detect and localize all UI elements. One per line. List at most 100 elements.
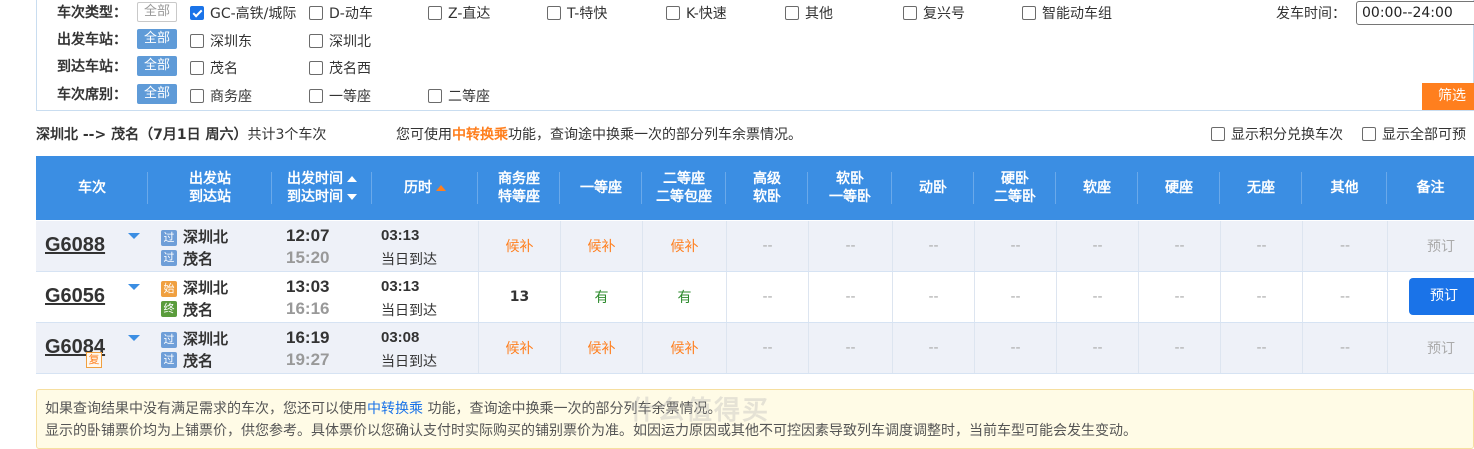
seat-second-cell[interactable]: 有: [642, 272, 726, 322]
header-text: 二等包座: [656, 189, 712, 205]
train-type-all-button[interactable]: 全部: [137, 2, 177, 22]
seat-first-cell[interactable]: 有: [560, 272, 642, 322]
route-text: 深圳北 --> 茂名（7月1日 周六）: [36, 127, 248, 143]
checkbox-icon[interactable]: [428, 89, 442, 103]
arrival-day: 当日到达: [381, 354, 437, 370]
transfer-link[interactable]: 中转换乘: [452, 127, 508, 143]
checkbox-icon[interactable]: [309, 6, 323, 20]
train-number-link[interactable]: G6056: [45, 285, 105, 308]
sort-arrive-time[interactable]: 到达时间: [287, 188, 357, 206]
seat-other-cell: --: [1302, 323, 1387, 373]
checkbox-icon[interactable]: [428, 6, 442, 20]
option-label: 复兴号: [923, 6, 965, 22]
depart-time: 16:19: [286, 328, 330, 347]
train-type-other-option[interactable]: 其他: [785, 3, 833, 23]
checkbox-icon[interactable]: [309, 34, 323, 48]
header-hard-sleeper: 硬卧 二等卧: [974, 156, 1056, 220]
tip-suffix: 功能，查询途中换乘一次的部分列车余票情况。: [508, 127, 802, 143]
seat-business-cell[interactable]: 13: [478, 272, 560, 322]
seat-dongwo-cell: --: [892, 272, 974, 322]
book-button-disabled: 预订: [1427, 341, 1455, 357]
checkbox-icon[interactable]: [1022, 6, 1036, 20]
checkbox-icon[interactable]: [547, 6, 561, 20]
depart-station-option-2[interactable]: 深圳北: [309, 31, 371, 51]
checkbox-icon[interactable]: [190, 34, 204, 48]
table-row: G6056 始深圳北终茂名 13:03 16:16 03:13 当日到达 13 有有 -- -- -…: [36, 272, 1474, 323]
book-button[interactable]: 预订: [1409, 278, 1474, 315]
notice-transfer-link[interactable]: 中转换乘: [367, 401, 423, 417]
train-number-link[interactable]: G6088: [45, 234, 105, 257]
option-label: 茂名西: [329, 61, 371, 77]
seat-first-cell[interactable]: 候补: [560, 221, 642, 271]
train-type-fuxing-option[interactable]: 复兴号: [903, 3, 965, 23]
seat-type-option-second[interactable]: 二等座: [428, 86, 490, 106]
header-duration[interactable]: 历时: [372, 156, 478, 220]
option-label: 显示全部可预: [1382, 127, 1466, 143]
train-type-label: 车次类型：: [57, 5, 127, 21]
train-type-row: 车次类型： 全部: [57, 0, 177, 24]
option-label: 商务座: [210, 89, 252, 105]
depart-station-option-1[interactable]: 深圳东: [190, 31, 252, 51]
filter-panel: 车次类型： 全部 GC-高铁/城际 D-动车 Z-直达 T-特快 K-快速 其他…: [36, 0, 1474, 111]
train-type-gc-option[interactable]: GC-高铁/城际: [190, 3, 296, 23]
show-all-option[interactable]: 显示全部可预: [1362, 124, 1466, 144]
train-type-smart-option[interactable]: 智能动车组: [1022, 3, 1112, 23]
option-label: K-快速: [686, 6, 727, 22]
train-type-k-option[interactable]: K-快速: [666, 3, 727, 23]
from-station-tag: 始: [161, 281, 177, 297]
seat-type-option-first[interactable]: 一等座: [309, 86, 371, 106]
header-time[interactable]: 出发时间 到达时间: [272, 156, 372, 220]
arrival-day: 当日到达: [381, 303, 437, 319]
table-row: G6088 过深圳北过茂名 12:07 15:20 03:13 当日到达 候补 候补 候补 -- -…: [36, 221, 1474, 272]
checkbox-icon[interactable]: [903, 6, 917, 20]
checkbox-icon[interactable]: [1211, 127, 1225, 141]
seat-hardseat-cell: --: [1138, 221, 1220, 271]
checkbox-icon[interactable]: [666, 6, 680, 20]
header-text: 备注: [1416, 180, 1445, 196]
fuxing-badge: 复: [86, 352, 102, 368]
train-type-d-option[interactable]: D-动车: [309, 3, 373, 23]
checkbox-icon[interactable]: [785, 6, 799, 20]
seat-business-cell[interactable]: 候补: [478, 221, 560, 271]
train-type-t-option[interactable]: T-特快: [547, 3, 607, 23]
checkbox-icon[interactable]: [1362, 127, 1376, 141]
filter-button[interactable]: 筛选: [1422, 83, 1474, 110]
from-station: 深圳北: [183, 279, 229, 297]
header-text: 二等卧: [994, 189, 1036, 205]
header-remark: 备注: [1387, 156, 1474, 220]
chevron-down-icon[interactable]: [128, 284, 140, 290]
depart-time-select[interactable]: 00:00--24:00: [1356, 1, 1474, 25]
header-text: 出发时间: [287, 171, 343, 187]
seat-business-cell[interactable]: 候补: [478, 323, 560, 373]
checkbox-icon[interactable]: [309, 61, 323, 75]
header-station: 出发站 到达站: [148, 156, 272, 220]
seat-type-option-business[interactable]: 商务座: [190, 86, 252, 106]
arrive-station-option-1[interactable]: 茂名: [190, 58, 238, 78]
option-label: 深圳东: [210, 34, 252, 50]
seat-soft-cell: --: [808, 272, 892, 322]
chevron-down-icon[interactable]: [128, 233, 140, 239]
seat-type-all-button[interactable]: 全部: [137, 84, 177, 104]
checkbox-icon[interactable]: [190, 89, 204, 103]
show-points-option[interactable]: 显示积分兑换车次: [1211, 124, 1343, 144]
arrive-station-all-button[interactable]: 全部: [137, 56, 177, 76]
header-text: 车次: [78, 180, 106, 196]
chevron-down-icon[interactable]: [128, 335, 140, 341]
seat-hardseat-cell: --: [1138, 323, 1220, 373]
seat-type-label: 车次席别：: [57, 87, 127, 103]
depart-station-all-button[interactable]: 全部: [137, 29, 177, 49]
train-type-z-option[interactable]: Z-直达: [428, 3, 490, 23]
arrive-station-option-2[interactable]: 茂名西: [309, 58, 371, 78]
seat-second-cell[interactable]: 候补: [642, 221, 726, 271]
transfer-tip: 您可使用中转换乘功能，查询途中换乘一次的部分列车余票情况。: [396, 124, 802, 144]
checkbox-icon[interactable]: [190, 61, 204, 75]
option-label: Z-直达: [448, 6, 491, 22]
duration: 03:08: [381, 329, 420, 346]
checkbox-icon[interactable]: [309, 89, 323, 103]
checkbox-icon[interactable]: [190, 6, 204, 20]
seat-first-cell[interactable]: 候补: [560, 323, 642, 373]
header-text: 软座: [1083, 180, 1111, 196]
seat-second-cell[interactable]: 候补: [642, 323, 726, 373]
seat-noseat-cell: --: [1220, 272, 1302, 322]
sort-depart-time[interactable]: 出发时间: [287, 170, 357, 188]
